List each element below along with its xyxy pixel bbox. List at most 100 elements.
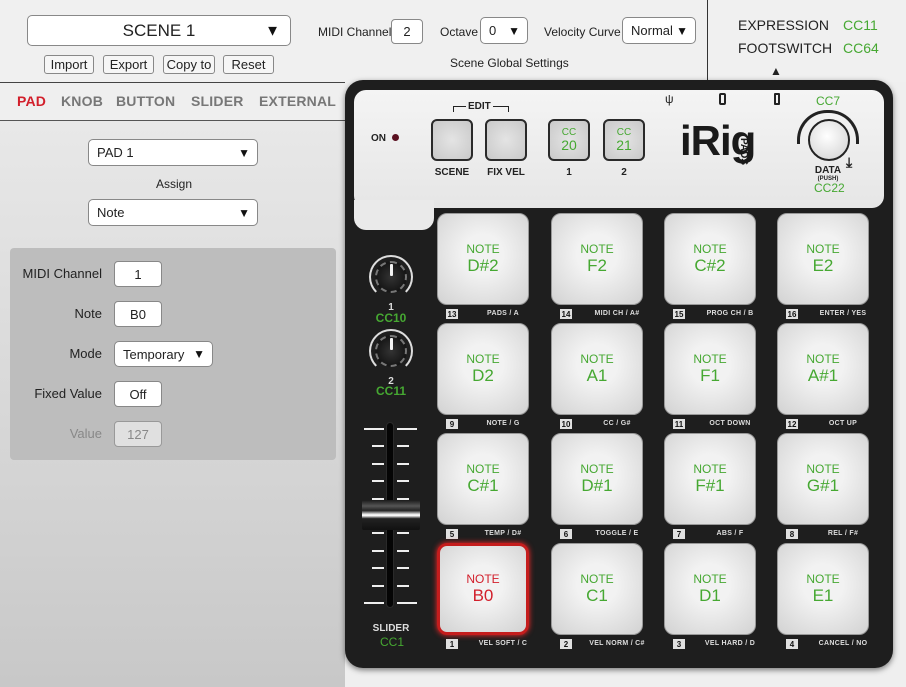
slider-thumb[interactable] [362,500,420,530]
fix-vel-button-label: FIX VEL [487,167,525,178]
tab-pad[interactable]: PAD [17,93,46,109]
pad-note-label: NOTE [806,572,840,586]
pad-6[interactable]: NOTE D#1 [551,433,643,525]
slider-cc: CC1 [380,635,405,649]
pad-function-label: PROG CH / B [706,310,754,317]
device-button-2-label: 2 [621,167,627,178]
pad-5[interactable]: NOTE C#1 [437,433,529,525]
pad-7[interactable]: NOTE F#1 [664,433,756,525]
chevron-down-icon: ▼ [193,347,205,361]
pad-number: 9 [446,419,458,429]
pad-4[interactable]: NOTE E1 [777,543,869,635]
pad-3[interactable]: NOTE D1 [664,543,756,635]
copy-to-button[interactable]: Copy to [163,55,215,74]
midi-channel-input[interactable]: 2 [391,19,423,44]
knob-2-cc: CC11 [375,384,407,398]
chevron-down-icon: ▼ [238,205,250,220]
pad-1[interactable]: NOTE B0 [437,543,529,635]
button-cc-value: 20 [561,136,577,153]
tab-knob[interactable]: KNOB [61,93,103,109]
data-knob[interactable] [808,119,850,161]
pad-number: 5 [446,529,458,539]
mode-select-value: Temporary [123,346,185,362]
pad-9[interactable]: NOTE D2 [437,323,529,415]
pad-note-label: NOTE [580,242,614,256]
note-param-input[interactable]: B0 [114,301,162,327]
pad-function-label: OCT UP [828,420,858,427]
scene-select-value: SCENE 1 [122,20,196,40]
scene-button[interactable] [431,119,473,161]
knob-1[interactable] [369,255,413,299]
slider[interactable] [359,420,423,610]
pad-number: 13 [446,309,458,319]
pad-2[interactable]: NOTE C1 [551,543,643,635]
device-top-panel-extension [354,200,434,230]
fixed-value-toggle[interactable]: Off [114,381,162,407]
assign-select[interactable]: Note ▼ [88,199,258,226]
slider-tick [397,549,409,552]
pad-note-value: D#1 [581,476,613,495]
button-cc-label: CC [561,126,577,138]
slider-tick [397,428,417,430]
pad-note-label: NOTE [466,242,500,256]
pad-note-label: NOTE [806,462,840,476]
velocity-curve-select[interactable]: Normal ▼ [622,17,696,44]
pad-16[interactable]: NOTE E2 [777,213,869,305]
octave-select[interactable]: 0 ▼ [480,17,528,44]
export-button[interactable]: Export [103,55,154,74]
slider-tick [397,480,409,483]
footswitch-label: FOOTSWITCH [738,40,833,56]
pad-15[interactable]: NOTE C#2 [664,213,756,305]
fix-vel-button[interactable] [485,119,527,161]
device-button-1[interactable]: CC 20 [548,119,590,161]
pad-function-label: VEL HARD / D [704,640,756,647]
mode-select[interactable]: Temporary ▼ [114,341,213,367]
import-button[interactable]: Import [44,55,94,74]
pad-13[interactable]: NOTE D#2 [437,213,529,305]
scene-global-settings-label: Scene Global Settings [450,56,569,70]
pad-select[interactable]: PAD 1 ▼ [88,139,258,166]
pad-8[interactable]: NOTE G#1 [777,433,869,525]
pad-number: 11 [673,419,685,429]
tab-slider[interactable]: SLIDER [191,93,244,109]
pad-note-label: NOTE [466,572,500,586]
pad-note-value: E1 [812,586,834,605]
knob-2[interactable] [369,329,413,373]
power-led-icon [392,134,399,141]
pad-note-value: C#1 [467,476,499,495]
tab-button[interactable]: BUTTON [116,93,175,109]
slider-tick [372,445,384,448]
data-knob-push-cc: CC22 [814,181,845,195]
phone-icon [719,93,726,105]
slider-tick [397,462,409,465]
pad-note-value: C#2 [694,256,726,275]
usb-icon: ψ [665,92,674,106]
pad-note-label: NOTE [580,462,614,476]
pad-10[interactable]: NOTE A1 [551,323,643,415]
device-button-2[interactable]: CC 21 [603,119,645,161]
pad-11[interactable]: NOTE F1 [664,323,756,415]
velocity-curve-label: Velocity Curve [544,25,621,39]
pad-12[interactable]: NOTE A#1 [777,323,869,415]
pad-number: 12 [786,419,798,429]
pad-14[interactable]: NOTE F2 [551,213,643,305]
chevron-down-icon: ▼ [508,23,520,38]
assign-label: Assign [156,177,193,191]
button-cc-label: CC [616,126,632,138]
tab-external[interactable]: EXTERNAL [259,93,336,109]
reset-button[interactable]: Reset [223,55,274,74]
divider [0,82,345,83]
chevron-down-icon: ▼ [238,145,250,160]
pad-number: 15 [673,309,685,319]
midi-channel-param-input[interactable]: 1 [114,261,162,287]
scene-select[interactable]: SCENE 1 ▼ [27,15,291,46]
pad-note-label: NOTE [693,352,727,366]
expression-label: EXPRESSION [738,17,830,33]
pad-note-value: D2 [472,366,494,385]
slider-tick [364,602,384,604]
pad-note-label: NOTE [693,462,727,476]
footswitch-cc: CC64 [843,40,879,56]
pad-function-label: REL / F# [827,530,859,537]
slider-tick [364,428,384,430]
pad-function-label: NOTE / G [486,420,520,427]
